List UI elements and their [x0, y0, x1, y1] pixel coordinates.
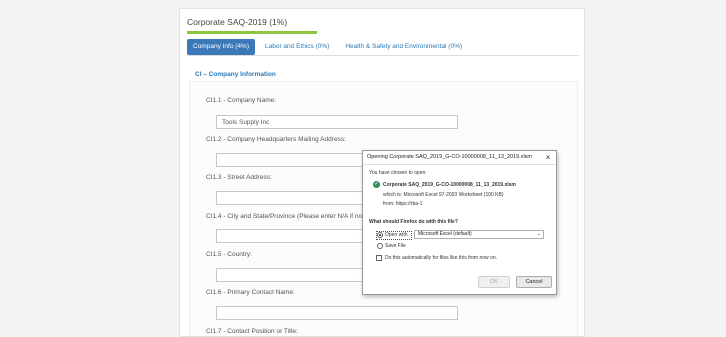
cancel-button[interactable]: Cancel — [516, 276, 552, 288]
auto-action-checkbox[interactable] — [376, 255, 382, 261]
question-label-contact-position: CI1.7 - Contact Position or Title: — [206, 328, 298, 335]
chevron-down-icon: ⌄ — [536, 231, 541, 237]
section-title: CI – Company Information — [195, 71, 276, 78]
tab-divider — [187, 55, 579, 56]
question-label-hq-address: CI1.2 - Company Headquarters Mailing Add… — [206, 136, 346, 143]
tab-bar: Company Info (4%) Labor and Ethics (0%) … — [187, 39, 472, 55]
tab-company-info[interactable]: Company Info (4%) — [187, 39, 255, 55]
close-icon[interactable]: × — [543, 152, 553, 163]
ok-button[interactable]: OK — [478, 276, 510, 288]
question-label-street-address: CI1.3 - Street Address: — [206, 174, 272, 181]
excel-file-icon: ✓ — [373, 181, 380, 188]
tab-health-safety[interactable]: Health & Safety and Environmental (0%) — [339, 39, 468, 55]
question-label-primary-contact: CI1.6 - Primary Contact Name: — [206, 289, 295, 296]
dialog-titlebar: Opening Corporate SAQ_2019_G-CO-10000008… — [363, 151, 556, 165]
company-name-input[interactable] — [216, 115, 458, 129]
progress-bar — [187, 31, 317, 34]
open-with-radio[interactable] — [377, 232, 383, 238]
open-with-select[interactable]: Microsoft Excel (default) ⌄ — [414, 230, 544, 239]
dialog-title: Opening Corporate SAQ_2019_G-CO-10000008… — [367, 154, 533, 160]
save-file-radio[interactable] — [377, 243, 383, 249]
action-question: What should Firefox do with this file? — [369, 219, 458, 225]
chosen-text: You have chosen to open: — [369, 170, 427, 176]
file-name: Corporate SAQ_2019_G-CO-10000008_11_13_2… — [383, 182, 516, 188]
primary-contact-input[interactable] — [216, 306, 458, 320]
tab-labor-ethics[interactable]: Labor and Ethics (0%) — [259, 39, 335, 55]
auto-action-label[interactable]: Do this automatically for files like thi… — [385, 255, 497, 261]
open-with-label[interactable]: Open with — [385, 232, 408, 238]
progress-fill — [187, 31, 317, 34]
file-type: which is: Microsoft Excel 97-2003 Worksh… — [383, 192, 504, 198]
open-with-selected-value: Microsoft Excel (default) — [418, 231, 472, 237]
file-source: from: https://rba-1 — [383, 201, 423, 207]
file-open-dialog: Opening Corporate SAQ_2019_G-CO-10000008… — [362, 150, 557, 295]
save-file-label[interactable]: Save File — [385, 243, 406, 249]
question-label-country: CI1.5 - Country: — [206, 251, 252, 258]
question-label-company-name: CI1.1 - Company Name: — [206, 97, 277, 104]
page-title: Corporate SAQ-2019 (1%) — [187, 17, 288, 27]
